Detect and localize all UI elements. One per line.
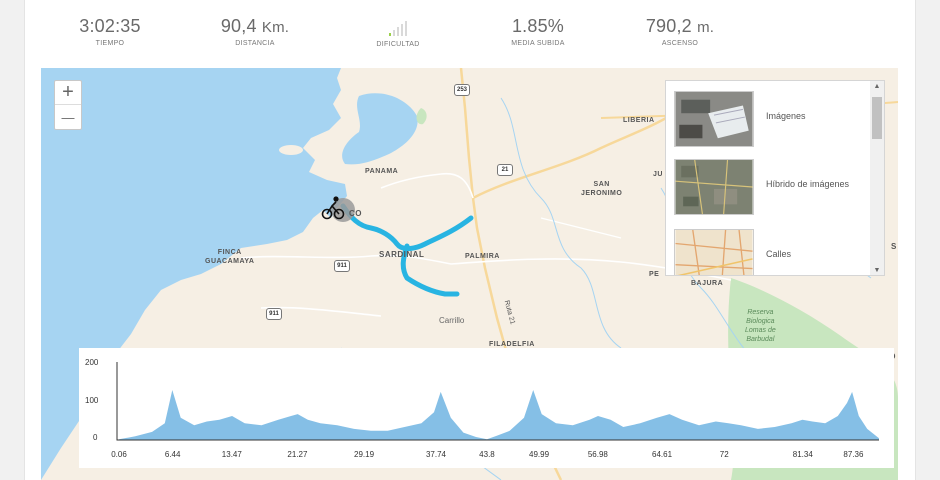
zoom-in-button[interactable]: +: [55, 81, 81, 105]
label-coco: CO: [349, 209, 362, 218]
layer-name-calles: Calles: [766, 249, 792, 259]
x-tick-label: 29.19: [354, 450, 375, 459]
scroll-down-icon[interactable]: ▼: [870, 265, 884, 275]
distance-label: DISTANCIA: [235, 40, 275, 47]
x-tick-label: 49.99: [529, 450, 550, 459]
route-map[interactable]: PANAMA LIBERIA SAN JERONIMO FINCA GUACAM…: [41, 68, 898, 480]
difficulty-bars-icon: [333, 16, 463, 38]
x-tick-label: 72: [719, 450, 729, 459]
layer-switcher: Imágenes Híbrido de imágenes Calles ▲ ▼: [665, 80, 885, 276]
hybrid-thumb-icon: [674, 159, 754, 215]
route-shield-253: 253: [454, 84, 470, 96]
layer-scrollbar[interactable]: ▲ ▼: [870, 81, 884, 275]
label-panama: PANAMA: [365, 168, 399, 175]
label-pe: PE: [649, 271, 660, 278]
stat-time: 3:02:35 TIEMPO: [45, 16, 175, 47]
avg-climb-label: MEDIA SUBIDA: [511, 40, 565, 47]
layer-option-calles[interactable]: Calles: [674, 229, 870, 275]
route-shield-21: 21: [497, 164, 513, 176]
label-san-jeronimo: SAN JERONIMO: [581, 181, 623, 197]
difficulty-label: DIFICULTAD: [376, 41, 420, 48]
label-ju: JU: [653, 171, 663, 178]
x-tick-label: 37.74: [425, 450, 446, 459]
scroll-thumb[interactable]: [872, 97, 882, 139]
route-shield-911-a: 911: [334, 260, 350, 272]
x-tick-label: 87.36: [843, 450, 864, 459]
stat-avg-climb: 1.85% MEDIA SUBIDA: [473, 16, 603, 47]
y-tick-label: 100: [85, 396, 99, 405]
label-edge-s: S: [891, 242, 897, 251]
x-tick-label: 21.27: [287, 450, 308, 459]
elevation-area: [119, 390, 879, 440]
ascent-value: 790,2 m.: [645, 16, 715, 36]
label-liberia: LIBERIA: [623, 117, 655, 124]
x-tick-label: 43.8: [479, 450, 495, 459]
distance-value: 90,4 Km.: [220, 16, 290, 36]
label-finca-guacamaya: FINCA GUACAMAYA: [205, 249, 255, 265]
label-reserva: Reserva Biologica Lomas de Barbudal: [745, 309, 776, 343]
stat-distance: 90,4 Km. DISTANCIA: [190, 16, 320, 47]
x-tick-label: 81.34: [792, 450, 813, 459]
ascent-unit: m.: [697, 19, 715, 36]
route-shield-911-b: 911: [266, 308, 282, 320]
time-label: TIEMPO: [95, 40, 125, 47]
stat-difficulty: DIFICULTAD: [333, 16, 463, 48]
x-tick-label: 0.06: [111, 450, 127, 459]
x-tick-label: 64.61: [652, 450, 673, 459]
x-tick-label: 6.44: [164, 450, 181, 459]
time-value: 3:02:35: [79, 16, 141, 36]
zoom-control: + —: [54, 80, 82, 130]
satellite-thumb-icon: [674, 91, 754, 147]
layer-option-hibrido[interactable]: Híbrido de imágenes: [674, 159, 870, 215]
layer-option-imagenes[interactable]: Imágenes: [674, 91, 870, 147]
streets-thumb-icon: [674, 229, 754, 275]
avg-climb-value: 1.85%: [511, 16, 565, 36]
route-card: 3:02:35 TIEMPO 90,4 Km. DISTANCIA DIFICU…: [24, 0, 916, 480]
zoom-out-button[interactable]: —: [55, 105, 81, 129]
elevation-chart: 200 100 0 0.06 6.44 13.47 21.27 29.19 37.74 43…: [79, 348, 894, 468]
x-tick-label: 13.47: [221, 450, 242, 459]
label-palmira: PALMIRA: [465, 253, 500, 260]
label-carrillo: Carrillo: [439, 316, 465, 325]
x-tick-label: 56.98: [587, 450, 608, 459]
ascent-label: ASCENSO: [661, 40, 699, 47]
distance-unit: Km.: [261, 19, 290, 36]
y-tick-label: 200: [85, 358, 99, 367]
stats-bar: 3:02:35 TIEMPO 90,4 Km. DISTANCIA DIFICU…: [25, 0, 917, 68]
scroll-up-icon[interactable]: ▲: [870, 81, 884, 93]
label-sardinal: SARDINAL: [379, 250, 425, 259]
layer-name-imagenes: Imágenes: [766, 111, 806, 121]
stat-ascent: 790,2 m. ASCENSO: [615, 16, 745, 47]
y-tick-label: 0: [93, 433, 98, 442]
label-bajura: BAJURA: [691, 280, 724, 287]
layer-name-hibrido: Híbrido de imágenes: [766, 179, 850, 189]
